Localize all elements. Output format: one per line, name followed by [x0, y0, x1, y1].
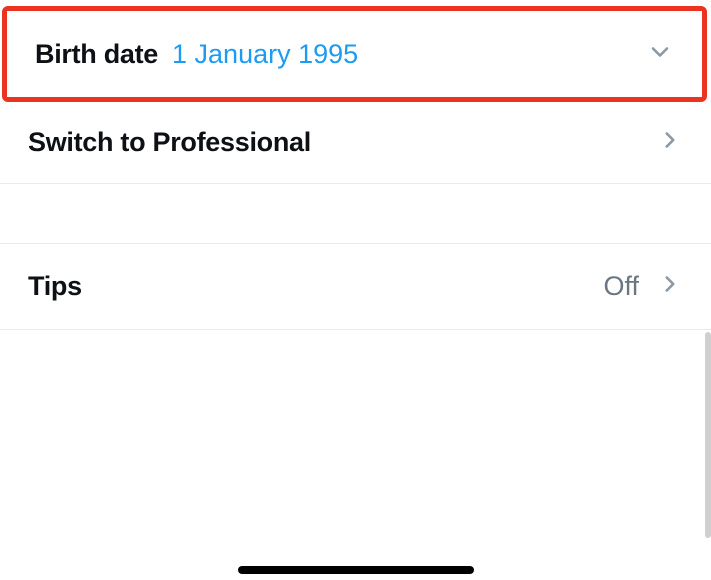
professional-left: Switch to Professional — [28, 127, 311, 158]
chevron-right-icon — [657, 127, 683, 158]
professional-label: Switch to Professional — [28, 127, 311, 158]
tips-right: Off — [603, 271, 683, 302]
scrollbar-thumb[interactable] — [705, 332, 711, 538]
section-spacer — [0, 184, 711, 244]
chevron-down-icon — [646, 38, 674, 71]
birthdate-highlight-frame: Birth date 1 January 1995 — [2, 6, 707, 102]
home-indicator — [238, 566, 474, 574]
switch-to-professional-row[interactable]: Switch to Professional — [0, 102, 711, 184]
birthdate-value: 1 January 1995 — [172, 39, 358, 70]
birthdate-row[interactable]: Birth date 1 January 1995 — [7, 11, 702, 97]
birthdate-left: Birth date 1 January 1995 — [35, 39, 358, 70]
chevron-right-icon — [657, 271, 683, 302]
tips-label: Tips — [28, 271, 82, 302]
tips-left: Tips — [28, 271, 82, 302]
birthdate-label: Birth date — [35, 39, 158, 70]
tips-row[interactable]: Tips Off — [0, 244, 711, 330]
tips-status: Off — [603, 271, 639, 302]
